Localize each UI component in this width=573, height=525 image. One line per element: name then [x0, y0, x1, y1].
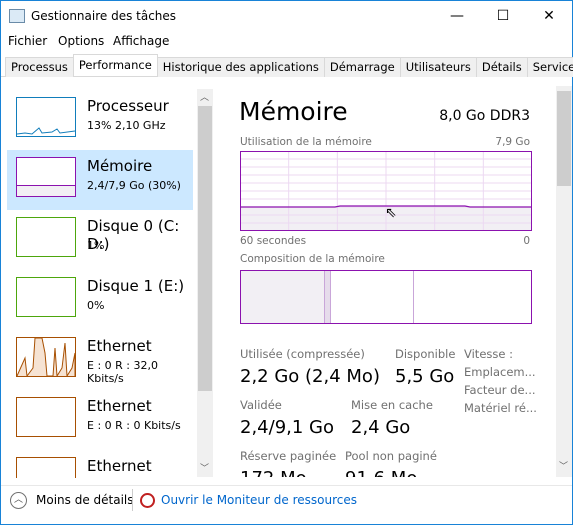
- sidebar-item-1[interactable]: Mémoire 2,4/7,9 Go (30%): [7, 150, 193, 210]
- resource-monitor-icon: [140, 493, 155, 508]
- sidebar-item-name: Processeur: [87, 97, 169, 115]
- scroll-down-icon[interactable]: ﹀: [200, 461, 209, 474]
- close-button[interactable]: ✕: [526, 1, 572, 31]
- committed-label: Validée: [240, 398, 282, 412]
- nonpaged-label: Pool non paginé: [345, 449, 437, 463]
- sidebar-item-name: Disque 1 (E:): [87, 277, 185, 295]
- cached-value: 2,4 Go: [351, 417, 411, 438]
- tab-utilisateurs[interactable]: Utilisateurs: [399, 57, 477, 77]
- app-icon: [9, 9, 25, 23]
- open-resource-monitor-link[interactable]: Ouvrir le Moniteur de ressources: [161, 493, 357, 507]
- time-left-label: 60 secondes: [240, 235, 307, 247]
- tab-historique[interactable]: Historique des applications: [156, 57, 325, 77]
- cached-label: Mise en cache: [351, 398, 433, 412]
- sidebar-item-sub: 2,4/7,9 Go (30%): [87, 179, 181, 192]
- tab-details[interactable]: Détails: [475, 57, 528, 77]
- tab-services[interactable]: Services: [526, 57, 573, 77]
- nonpaged-value: 91,6 Mo: [345, 468, 417, 477]
- used-label: Utilisée (compressée): [240, 347, 365, 361]
- sidebar-item-3[interactable]: Disque 1 (E:) 0%: [7, 270, 193, 330]
- tab-bar: Processus Performance Historique des app…: [5, 54, 573, 77]
- sidebar-item-sub: E : 0 R : 0 Kbits/s: [87, 419, 181, 432]
- sidebar-item-name: Mémoire: [87, 157, 153, 175]
- menu-fichier[interactable]: Fichier: [8, 34, 47, 48]
- sidebar-item-0[interactable]: Processeur 13% 2,10 GHz: [7, 90, 193, 150]
- sidebar-item-sub: 1%: [87, 239, 105, 252]
- memory-spec: 8,0 Go DDR3: [439, 108, 530, 124]
- window-title: Gestionnaire des tâches: [31, 9, 177, 23]
- composition-standby-divider: [413, 271, 414, 323]
- menu-options[interactable]: Options: [58, 34, 104, 48]
- footer-divider: [1, 485, 572, 486]
- main-scroll-thumb[interactable]: [557, 91, 571, 186]
- menu-affichage[interactable]: Affichage: [113, 34, 169, 48]
- slots-label: Emplacem...: [464, 365, 536, 379]
- sidebar: Processeur 13% 2,10 GHz Mémoire 2,4/7,9 Go …: [1, 78, 214, 478]
- minimize-button[interactable]: —: [434, 1, 480, 31]
- hardware-reserved-label: Matériel ré...: [464, 401, 537, 415]
- time-right-label: 0: [523, 235, 530, 247]
- sidebar-item-4[interactable]: Ethernet E : 0 R : 32,0 Kbits/s: [7, 330, 193, 390]
- composition-in-use: [241, 271, 324, 323]
- sidebar-item-name: Ethernet: [87, 397, 152, 415]
- sidebar-thumbnail: [16, 277, 76, 317]
- chevron-up-icon[interactable]: ︿: [10, 492, 27, 509]
- stats-panel: Utilisée (compressée) 2,2 Go (2,4 Mo) Di…: [223, 341, 553, 477]
- composition-modified: [324, 271, 331, 323]
- scroll-up-icon[interactable]: ︿: [200, 90, 209, 103]
- main-scroll-down-icon[interactable]: ﹀: [559, 459, 568, 472]
- sidebar-thumbnail: [16, 217, 76, 257]
- sidebar-item-5[interactable]: Ethernet E : 0 R : 0 Kbits/s: [7, 390, 193, 450]
- available-value: 5,5 Go: [395, 366, 455, 387]
- composition-label: Composition de la mémoire: [240, 253, 385, 265]
- memory-composition-bar: [240, 270, 532, 324]
- scroll-thumb[interactable]: [198, 106, 212, 391]
- sidebar-item-name: Ethernet: [87, 337, 152, 355]
- mouse-cursor-icon: ⇖: [385, 205, 397, 221]
- committed-value: 2,4/9,1 Go: [240, 417, 334, 438]
- sidebar-thumbnail: [16, 337, 76, 377]
- sidebar-thumbnail: [16, 157, 76, 197]
- sidebar-item-sub: 13% 2,10 GHz: [87, 119, 166, 132]
- sidebar-scrollbar[interactable]: ︿ ﹀: [197, 89, 213, 477]
- usage-label: Utilisation de la mémoire: [240, 136, 372, 148]
- available-label: Disponible: [395, 347, 456, 361]
- sidebar-item-6[interactable]: Ethernet: [7, 450, 193, 478]
- task-manager-window: Gestionnaire des tâches — ☐ ✕ Fichier Op…: [0, 0, 573, 525]
- paged-value: 172 Mo: [240, 468, 307, 477]
- speed-label: Vitesse :: [464, 347, 513, 361]
- sidebar-item-2[interactable]: Disque 0 (C: D:) 1%: [7, 210, 193, 270]
- main-scrollbar[interactable]: ﹀: [556, 86, 572, 477]
- used-value: 2,2 Go (2,4 Mo): [240, 366, 380, 387]
- sidebar-item-name: Ethernet: [87, 457, 152, 475]
- tab-performance[interactable]: Performance: [72, 54, 158, 76]
- less-details-button[interactable]: Moins de détails: [36, 493, 134, 507]
- sidebar-thumbnail: [16, 397, 76, 437]
- tab-demarrage[interactable]: Démarrage: [323, 57, 401, 77]
- sidebar-item-sub: 0%: [87, 299, 105, 312]
- sidebar-thumbnail: [16, 97, 76, 137]
- maximize-button[interactable]: ☐: [480, 1, 526, 31]
- usage-max: 7,9 Go: [495, 136, 530, 148]
- paged-label: Réserve paginée: [240, 449, 337, 463]
- sidebar-thumbnail: [16, 457, 76, 478]
- sidebar-item-sub: E : 0 R : 32,0 Kbits/s: [87, 359, 158, 385]
- form-factor-label: Facteur de...: [464, 383, 536, 397]
- footer-separator: [132, 489, 133, 511]
- tab-processus[interactable]: Processus: [5, 57, 74, 77]
- page-title: Mémoire: [239, 97, 348, 126]
